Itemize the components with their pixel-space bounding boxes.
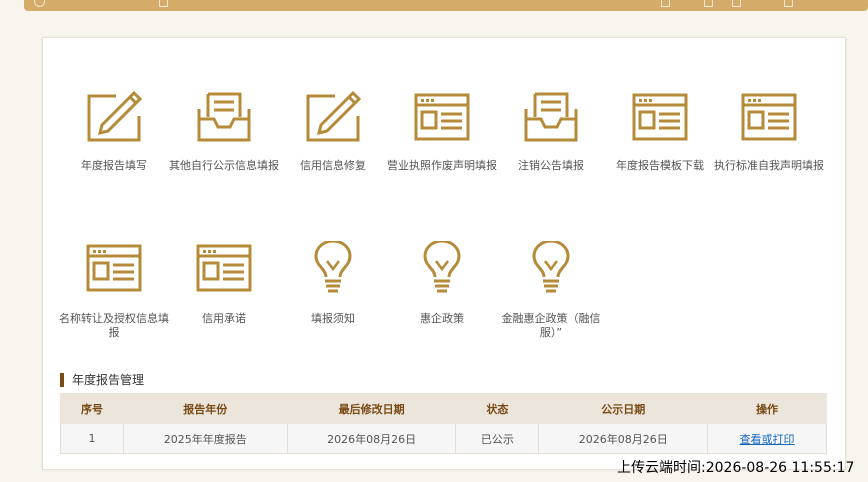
document-window-icon [632, 93, 688, 141]
col-header: 状态 [455, 393, 540, 424]
nav-icon[interactable] [661, 0, 670, 7]
cell-publish: 2026年08月26日 [538, 423, 709, 454]
col-header: 最后修改日期 [286, 393, 457, 424]
func-label: 营业执照作废声明填报 [387, 159, 497, 172]
func-label: 信用信息修复 [300, 159, 366, 172]
func-label: 注销公告填报 [518, 159, 584, 172]
table-row: 1 2025年年度报告 2026年08月26日 已公示 2026年08月26日 … [60, 423, 827, 454]
func-filing-notice[interactable]: 填报须知 [278, 241, 388, 326]
cell-status: 已公示 [455, 423, 540, 454]
func-name-transfer[interactable]: 名称转让及授权信息填报 [59, 244, 169, 340]
col-header: 公示日期 [538, 393, 709, 424]
document-window-icon [414, 93, 470, 141]
func-enterprise-policy[interactable]: 惠企政策 [387, 241, 497, 326]
func-label: 年度报告模板下载 [616, 159, 704, 172]
func-label: 信用承诺 [202, 312, 246, 325]
annual-report-table: 序号 报告年份 最后修改日期 状态 公示日期 操作 1 2025年年度报告 20… [60, 393, 827, 454]
func-label: 惠企政策 [420, 312, 464, 325]
table-header-row: 序号 报告年份 最后修改日期 状态 公示日期 操作 [60, 393, 827, 424]
func-label: 执行标准自我声明填报 [714, 159, 824, 172]
inbox-tray-icon [197, 92, 251, 142]
lightbulb-icon [532, 241, 570, 293]
func-label: 其他自行公示信息填报 [169, 159, 279, 172]
col-header: 报告年份 [122, 393, 288, 424]
func-cancellation-notice[interactable]: 注销公告填报 [496, 91, 606, 173]
inbox-tray-icon [524, 92, 578, 142]
func-annual-report-fill[interactable]: 年度报告填写 [59, 91, 169, 173]
cell-modified: 2026年08月26日 [286, 423, 457, 454]
pencil-paper-icon [306, 91, 361, 142]
nav-icon[interactable] [732, 0, 741, 7]
document-window-icon [86, 244, 142, 292]
func-label: 金融惠企政策（融信服）” [501, 312, 601, 339]
func-label: 年度报告填写 [81, 159, 147, 172]
func-financial-policy[interactable]: 金融惠企政策（融信服）” [496, 241, 606, 340]
upload-timestamp: 上传云端时间:2026-08-26 11:55:17 [617, 460, 855, 476]
document-window-icon [196, 244, 252, 292]
func-label: 名称转让及授权信息填报 [59, 312, 169, 339]
func-other-disclosure[interactable]: 其他自行公示信息填报 [169, 91, 279, 173]
lightbulb-icon [314, 241, 352, 293]
func-template-download[interactable]: 年度报告模板下载 [605, 93, 715, 173]
cell-no: 1 [60, 423, 124, 454]
col-header: 操作 [707, 393, 827, 424]
nav-icon[interactable] [34, 0, 45, 7]
pencil-paper-icon [87, 91, 142, 142]
cell-action: 查看或打印 [707, 423, 827, 454]
nav-icon[interactable] [704, 0, 713, 7]
col-header: 序号 [60, 393, 124, 424]
top-nav-bar [24, 0, 868, 11]
func-credit-repair[interactable]: 信用信息修复 [278, 91, 388, 173]
document-window-icon [741, 93, 797, 141]
func-standard-declaration[interactable]: 执行标准自我声明填报 [713, 93, 825, 173]
nav-icon[interactable] [159, 0, 168, 7]
func-label: 填报须知 [311, 312, 355, 325]
section-title: 年度报告管理 [60, 373, 144, 387]
lightbulb-icon [423, 241, 461, 293]
cell-year: 2025年年度报告 [122, 423, 288, 454]
print-icon[interactable] [784, 0, 793, 7]
func-credit-commitment[interactable]: 信用承诺 [169, 244, 279, 326]
view-print-link[interactable]: 查看或打印 [740, 433, 795, 446]
func-license-void[interactable]: 营业执照作废声明填报 [387, 93, 497, 173]
